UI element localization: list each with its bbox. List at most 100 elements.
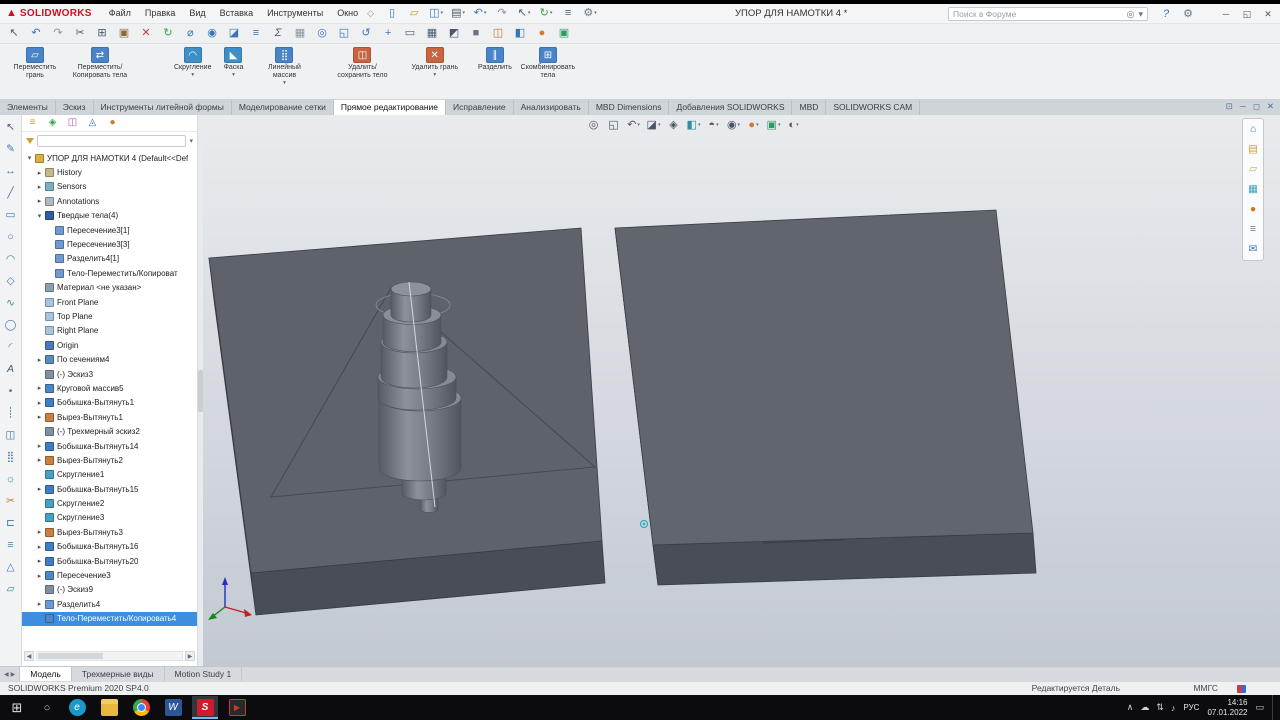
action-center-icon[interactable]: ▭ — [1255, 702, 1264, 713]
tree-item[interactable]: Бобышка-Вытянуть16 — [22, 540, 197, 554]
tree-item[interactable]: Вырез-Вытянуть2 — [22, 453, 197, 467]
filter-options-icon[interactable]: ▾ — [189, 137, 193, 145]
file-explorer-icon[interactable]: ▱ — [1246, 162, 1261, 177]
dock-pane-icon[interactable]: ⊡ — [1226, 101, 1233, 112]
new-file-icon[interactable]: ▯▾ — [384, 6, 400, 22]
text-icon[interactable]: A — [3, 362, 18, 377]
options-icon[interactable]: ⚙ ▾ — [582, 6, 598, 22]
delete-tool-icon[interactable]: ✕ — [138, 26, 154, 42]
spline-icon[interactable]: ∿ — [3, 296, 18, 311]
ribbon-button[interactable]: ◣ Фаска ▾ — [216, 46, 250, 79]
tree-item[interactable]: Тело-Переместить/Копироват — [22, 266, 197, 280]
tree-item[interactable]: УПОР ДЛЯ НАМОТКИ 4 (Default<<Def — [22, 151, 197, 165]
tree-item[interactable]: Front Plane — [22, 295, 197, 309]
start-button[interactable]: ⊞ — [0, 700, 34, 716]
open-icon[interactable]: ▱▾ — [406, 6, 422, 22]
minimize-window-icon[interactable]: ─ — [1218, 6, 1234, 22]
tree-horizontal-scrollbar[interactable]: ◀ ▶ — [22, 650, 197, 662]
menu-item[interactable]: Окно — [330, 4, 365, 23]
command-tab[interactable]: Моделирование сетки — [231, 100, 334, 115]
featuremanager-tab-icon[interactable]: ≡ — [25, 116, 40, 130]
expand-toggle-icon[interactable] — [35, 485, 44, 493]
expand-toggle-icon[interactable] — [35, 442, 44, 450]
tree-item[interactable]: Пересечение3[3] — [22, 237, 197, 251]
statistics-icon[interactable]: ≡ — [248, 26, 264, 42]
line-icon[interactable]: ╱ — [3, 186, 18, 201]
expand-toggle-icon[interactable] — [35, 212, 44, 220]
volume-icon[interactable]: ♪ — [1171, 703, 1176, 713]
convert-entities-icon[interactable]: ⊏ — [3, 516, 18, 531]
mirror-entities-icon[interactable]: ◫ — [3, 428, 18, 443]
expand-toggle-icon[interactable] — [35, 413, 44, 421]
expand-toggle-icon[interactable] — [35, 600, 44, 608]
help-icon[interactable]: ? — [1158, 6, 1174, 22]
tree-item[interactable]: По сечениям4 — [22, 352, 197, 366]
edit-appearance-icon[interactable]: ● ▾ — [746, 118, 761, 133]
onedrive-icon[interactable]: ☁ — [1140, 702, 1149, 713]
appearances-scenes-icon[interactable]: ● — [1246, 202, 1261, 217]
shaded-icon[interactable]: ■ — [468, 26, 484, 42]
view-orientation-icon[interactable]: ◧ — [512, 26, 528, 42]
ribbon-button[interactable]: ∥ Разделить ▾ — [476, 46, 514, 73]
dimxpertmanager-tab-icon[interactable]: ◬ — [85, 116, 100, 130]
undo-tool-icon[interactable]: ↶ — [28, 26, 44, 42]
tree-item[interactable]: Бобышка-Вытянуть15 — [22, 482, 197, 496]
scrollbar-track[interactable] — [36, 651, 183, 661]
hidden-lines-icon[interactable]: ▦ — [424, 26, 440, 42]
ribbon-button[interactable]: ⣿ Линейный массив ▾ — [253, 46, 315, 87]
scroll-right-icon[interactable]: ▶ — [185, 651, 195, 661]
tree-item[interactable]: Sensors — [22, 180, 197, 194]
menu-item[interactable]: Вставка — [213, 4, 260, 23]
menu-item[interactable]: Вид — [182, 4, 212, 23]
save-icon[interactable]: ◫ ▾ — [428, 6, 444, 22]
forum-search-box[interactable]: Поиск в Форуме ◎ ▾ — [948, 7, 1148, 21]
expand-toggle-icon[interactable] — [35, 572, 44, 580]
previous-view-icon[interactable]: ↶ ▾ — [626, 118, 641, 133]
sketch-point-marker[interactable] — [640, 520, 648, 528]
ellipse-icon[interactable]: ◯ — [3, 318, 18, 333]
command-tab[interactable]: Добавления SOLIDWORKS — [669, 100, 793, 115]
cut-tool-icon[interactable]: ✂ — [72, 26, 88, 42]
document-tab[interactable]: Трехмерные виды — [72, 667, 165, 681]
expand-toggle-icon[interactable] — [25, 154, 34, 162]
file-properties-icon[interactable]: ≡▾ — [560, 6, 576, 22]
close-doc-icon[interactable]: ✕ — [1267, 101, 1274, 112]
configurationmanager-tab-icon[interactable]: ◫ — [65, 116, 80, 130]
ribbon-button[interactable]: ◫ Удалить/сохранить тело ▾ — [331, 46, 393, 81]
scroll-left-icon[interactable]: ◀ — [24, 651, 34, 661]
tree-item[interactable]: Скругление2 — [22, 496, 197, 510]
tree-item[interactable]: Круговой массив5 — [22, 381, 197, 395]
point-icon[interactable]: • — [3, 384, 18, 399]
redo-tool-icon[interactable]: ↷ — [50, 26, 66, 42]
command-tab[interactable]: Исправление — [446, 100, 514, 115]
appearance-icon[interactable]: ● — [534, 26, 550, 42]
view-settings-icon[interactable]: ◐ ▾ — [786, 118, 801, 133]
menu-item[interactable]: Правка — [138, 4, 182, 23]
tree-item[interactable]: Бобышка-Вытянуть1 — [22, 396, 197, 410]
rebuild-icon[interactable]: ↻ ▾ — [538, 6, 554, 22]
command-tab[interactable]: MBD Dimensions — [588, 100, 670, 115]
file-explorer-taskbar-icon[interactable] — [96, 696, 122, 719]
menu-item[interactable]: Файл — [102, 4, 138, 23]
word-icon[interactable]: W — [160, 696, 186, 719]
circle-icon[interactable]: ○ — [3, 230, 18, 245]
tree-item[interactable]: Пересечение3[1] — [22, 223, 197, 237]
redo-icon[interactable]: ↷▾ — [494, 6, 510, 22]
expand-toggle-icon[interactable] — [35, 557, 44, 565]
mass-properties-icon[interactable]: ◉ — [204, 26, 220, 42]
section-view-hud-icon[interactable]: ◪ ▾ — [646, 118, 661, 133]
hide-show-items-icon[interactable]: ◉ ▾ — [726, 118, 741, 133]
equations-icon[interactable]: Σ — [270, 26, 286, 42]
network-icon[interactable]: ⇅ — [1156, 702, 1164, 713]
edge-browser-icon[interactable]: e — [64, 696, 90, 719]
settings-icon[interactable]: ⚙ — [1180, 6, 1196, 22]
expand-toggle-icon[interactable] — [35, 456, 44, 464]
tree-item[interactable]: Скругление3 — [22, 511, 197, 525]
minimize-doc-icon[interactable]: ─ — [1240, 101, 1246, 112]
tree-item[interactable]: Annotations — [22, 194, 197, 208]
section-view-icon[interactable]: ◫ — [490, 26, 506, 42]
ribbon-button[interactable]: ◠ Скругление ▾ — [172, 46, 213, 79]
3d-sketch-icon[interactable]: △ — [3, 560, 18, 575]
tree-item[interactable]: Right Plane — [22, 324, 197, 338]
menu-item[interactable]: Инструменты — [260, 4, 330, 23]
